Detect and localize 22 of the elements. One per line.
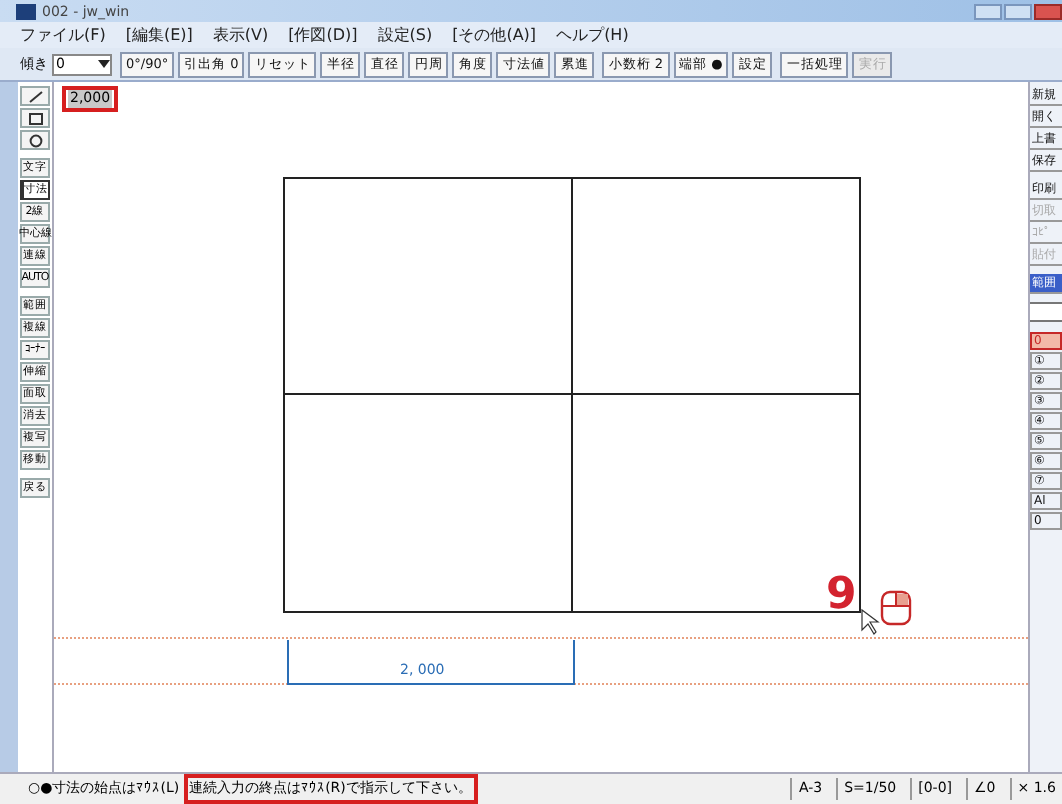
menu-item[interactable]: 設定(S) [377, 25, 433, 45]
app-icon [16, 3, 36, 19]
line-tool-button[interactable] [20, 86, 50, 106]
step-number: 9 [826, 574, 857, 618]
rectangle-icon [27, 111, 43, 125]
menu-item[interactable]: ヘルプ(H) [556, 25, 629, 45]
minimize-button[interactable] [974, 3, 1002, 19]
close-button[interactable] [1034, 3, 1062, 19]
menu-item[interactable]: [作図(D)] [288, 25, 358, 45]
menu-item[interactable]: [編集(E)] [125, 25, 193, 45]
cursor-icon [861, 608, 880, 635]
caret-icon [98, 60, 110, 68]
maximize-button[interactable] [1004, 3, 1032, 19]
circle-icon [27, 133, 43, 147]
menu-item[interactable]: ファイル(F) [20, 25, 106, 45]
menu-item[interactable]: [その他(A)] [452, 25, 537, 45]
line-icon [27, 89, 43, 103]
circle-tool-button[interactable] [20, 130, 50, 150]
rectangle-tool-button[interactable] [20, 108, 50, 128]
line-style-box[interactable] [1030, 302, 1062, 322]
menu-item[interactable]: 表示(V) [212, 25, 269, 45]
mouse-icon [880, 590, 912, 626]
